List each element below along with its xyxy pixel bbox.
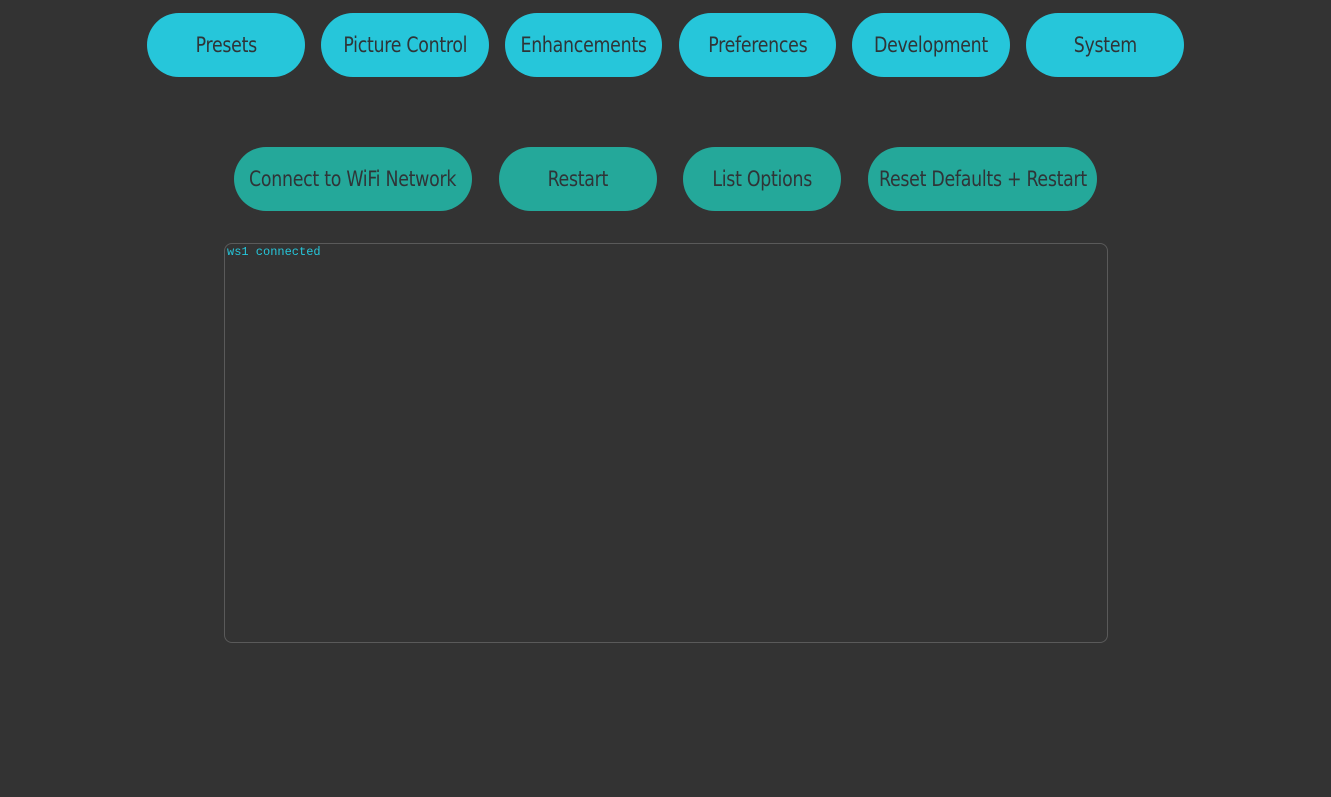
nav-preferences-label: Preferences: [707, 33, 808, 57]
nav-picture-control-button[interactable]: Picture Control: [321, 13, 489, 77]
console-line: ws1 connected: [227, 245, 321, 259]
connect-wifi-button[interactable]: Connect to WiFi Network: [234, 147, 472, 211]
nav-development-button[interactable]: Development: [852, 13, 1010, 77]
list-options-button[interactable]: List Options: [683, 147, 841, 211]
reset-defaults-restart-label: Reset Defaults + Restart: [878, 167, 1087, 191]
nav-enhancements-button[interactable]: Enhancements: [505, 13, 662, 77]
list-options-label: List Options: [712, 167, 812, 191]
nav-system-button[interactable]: System: [1026, 13, 1184, 77]
nav-preferences-button[interactable]: Preferences: [679, 13, 836, 77]
reset-defaults-restart-button[interactable]: Reset Defaults + Restart: [868, 147, 1097, 211]
page: Presets Picture Control Enhancements Pre…: [0, 0, 1331, 797]
connect-wifi-label: Connect to WiFi Network: [249, 167, 457, 191]
nav-presets-button[interactable]: Presets: [147, 13, 305, 77]
console-log[interactable]: ws1 connected: [224, 243, 1108, 643]
nav-presets-label: Presets: [195, 33, 257, 57]
nav-development-label: Development: [874, 33, 988, 57]
nav-system-label: System: [1073, 33, 1137, 57]
restart-button[interactable]: Restart: [499, 147, 657, 211]
restart-label: Restart: [547, 167, 609, 191]
nav-picture-control-label: Picture Control: [343, 33, 467, 57]
nav-enhancements-label: Enhancements: [520, 33, 647, 57]
